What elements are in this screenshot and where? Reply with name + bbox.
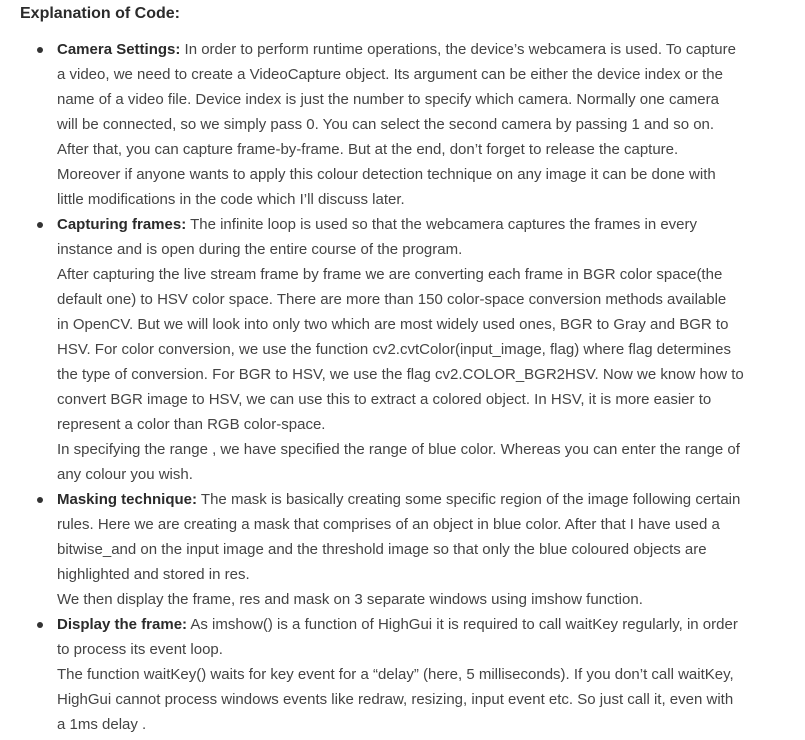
text-line: a 1ms delay .: [57, 716, 147, 733]
item-text: The mask is basically creating some spec…: [197, 491, 741, 508]
text-line: the type of conversion. For BGR to HSV, …: [57, 366, 744, 383]
text-line: highlighted and stored in res.: [57, 566, 250, 583]
text-line: name of a video file. Device index is ju…: [57, 91, 719, 108]
text-line: Masking technique: The mask is basically…: [57, 487, 791, 512]
text-line: represent a color than RGB color-space.: [57, 416, 326, 433]
text-line: bitwise_and on the input image and the t…: [57, 541, 707, 558]
item-text: As imshow() is a function of HighGui it …: [187, 616, 738, 633]
list-item-capturing-frames: Capturing frames: The infinite loop is u…: [0, 212, 805, 487]
text-line: in OpenCV. But we will look into only tw…: [57, 316, 729, 333]
text-line: HSV. For color conversion, we use the fu…: [57, 341, 731, 358]
text-line: Display the frame: As imshow() is a func…: [57, 612, 791, 637]
text-line: any colour you wish.: [57, 466, 193, 483]
list-item-masking-technique: Masking technique: The mask is basically…: [0, 487, 805, 612]
text-line: a video, we need to create a VideoCaptur…: [57, 66, 723, 83]
text-line: to process its event loop.: [57, 641, 223, 658]
text-line: The function waitKey() waits for key eve…: [57, 666, 734, 683]
bullet-icon: [37, 47, 43, 53]
text-line: instance and is open during the entire c…: [57, 241, 463, 258]
item-term: Masking technique:: [57, 491, 198, 508]
item-term: Display the frame:: [57, 616, 188, 633]
text-line: After capturing the live stream frame by…: [57, 266, 723, 283]
item-term: Capturing frames:: [57, 216, 187, 233]
text-line: In specifying the range , we have specif…: [57, 441, 740, 458]
text-line: Moreover if anyone wants to apply this c…: [57, 166, 716, 183]
item-text: The infinite loop is used so that the we…: [186, 216, 698, 233]
text-line: will be connected, so we simply pass 0. …: [57, 116, 715, 133]
explanation-list: Camera Settings: In order to perform run…: [0, 37, 805, 737]
text-line: Camera Settings: In order to perform run…: [57, 37, 791, 62]
text-line: HighGui cannot process windows events li…: [57, 691, 734, 708]
document: Explanation of Code: Camera Settings: In…: [0, 0, 805, 740]
item-text: In order to perform runtime operations, …: [180, 41, 736, 58]
bullet-icon: [37, 497, 43, 503]
bullet-icon: [37, 222, 43, 228]
text-line: Capturing frames: The infinite loop is u…: [57, 212, 791, 237]
list-item-display-the-frame: Display the frame: As imshow() is a func…: [0, 612, 805, 737]
list-item-camera-settings: Camera Settings: In order to perform run…: [0, 37, 805, 212]
text-line: default one) to HSV color space. There a…: [57, 291, 727, 308]
text-line: We then display the frame, res and mask …: [57, 591, 643, 608]
text-line: After that, you can capture frame-by-fra…: [57, 141, 679, 158]
item-term: Camera Settings:: [57, 41, 181, 58]
text-line: rules. Here we are creating a mask that …: [57, 516, 720, 533]
bullet-icon: [37, 622, 43, 628]
section-heading: Explanation of Code:: [20, 5, 180, 22]
text-line: convert BGR image to HSV, we can use thi…: [57, 391, 712, 408]
text-line: little modifications in the code which I…: [57, 191, 405, 208]
